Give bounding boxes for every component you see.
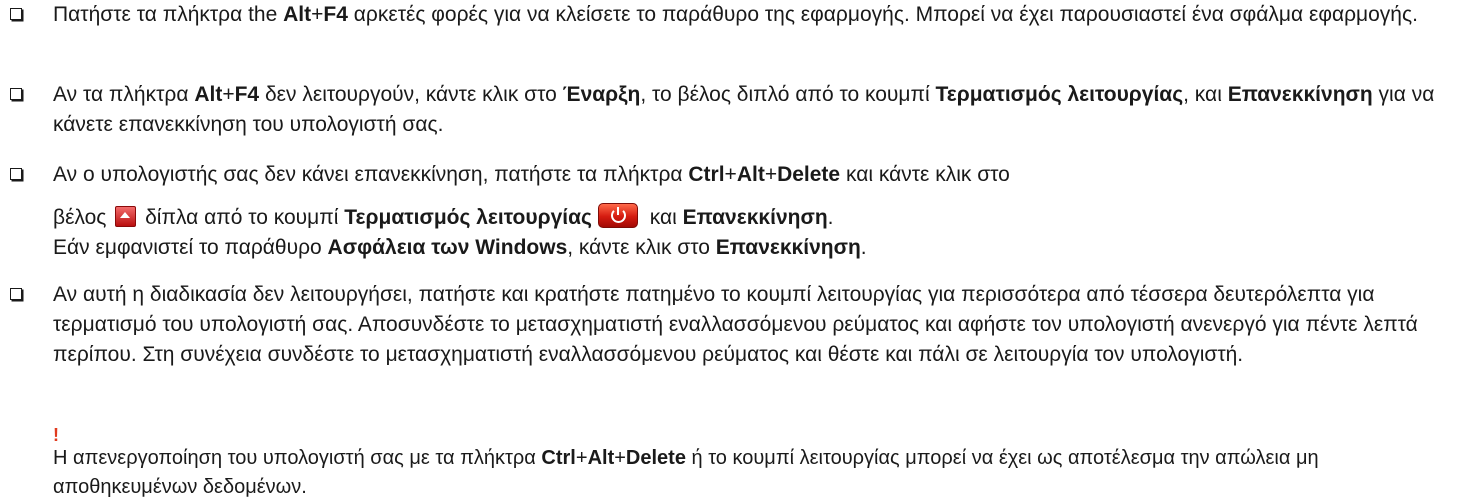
shutdown-label: Τερματισμός λειτουργίας: [344, 206, 592, 229]
text-run: Εάν εμφανιστεί το παράθυρο: [53, 236, 328, 259]
text-run: δίπλα από το κουμπί: [139, 206, 345, 229]
text-run: , το βέλος διπλό από το κουμπί: [640, 83, 936, 106]
text-run: , κάντε κλικ στο: [567, 236, 716, 259]
text-run: Πατήστε τα πλήκτρα the: [53, 3, 284, 26]
text-run: δεν λειτουργούν, κάντε κλικ στο: [259, 83, 563, 106]
checkbox-icon: [10, 8, 22, 20]
arrow-up-icon: [115, 206, 137, 227]
text-run: βέλος: [53, 206, 113, 229]
key-alt: Alt: [194, 83, 223, 106]
shutdown-button-icon: [597, 203, 638, 228]
text-run: Αν τα πλήκτρα: [53, 83, 195, 106]
checkbox-icon: [10, 288, 22, 300]
key-ctrl: Ctrl: [541, 447, 576, 469]
list-item-restart: Αν τα πλήκτρα Alt+F4 δεν λειτουργούν, κά…: [0, 80, 1469, 140]
key-delete: Delete: [625, 447, 686, 469]
key-delete: Delete: [777, 163, 841, 186]
windows-security-label: Ασφάλεια των Windows: [327, 236, 568, 259]
start-label: Έναρξη: [562, 83, 641, 106]
shutdown-label: Τερματισμός λειτουργίας: [935, 83, 1184, 106]
text-run: +: [764, 163, 778, 186]
text-run: και κάντε κλικ στο: [840, 163, 1010, 186]
text-run: , και: [1183, 83, 1228, 106]
checkbox-icon: [10, 168, 22, 180]
checkbox-icon: [10, 88, 22, 100]
text-run: .: [827, 206, 834, 229]
text-run: αρκετές φορές για να κλείσετε το παράθυρ…: [347, 3, 1418, 26]
text-run: Η απενεργοποίηση του υπολογιστή σας με τ…: [53, 447, 542, 469]
text-run: +: [614, 447, 626, 469]
text-run: +: [575, 447, 588, 469]
item-line-2: βέλος δίπλα από το κουμπί Τερματισμός λε…: [53, 203, 1459, 233]
key-alt: Alt: [283, 3, 312, 26]
item-text: Αν τα πλήκτρα Alt+F4 δεν λειτουργούν, κά…: [53, 83, 1434, 136]
restart-label: Επανεκκίνηση: [715, 236, 861, 259]
restart-label: Επανεκκίνηση: [682, 206, 828, 229]
key-f4: F4: [323, 3, 348, 26]
item-line-1: Αν ο υπολογιστής σας δεν κάνει επανεκκίν…: [53, 160, 1459, 190]
list-item-alt-f4: Πατήστε τα πλήκτρα the Alt+F4 αρκετές φο…: [0, 0, 1469, 30]
restart-label: Επανεκκίνηση: [1227, 83, 1373, 106]
text-run: +: [311, 3, 324, 26]
key-alt: Alt: [736, 163, 765, 186]
text-run: .: [860, 236, 867, 259]
warning-note: ! Η απενεργοποίηση του υπολογιστή σας με…: [53, 426, 1453, 502]
list-item-power-button: Αν αυτή η διαδικασία δεν λειτουργήσει, π…: [0, 280, 1469, 370]
text-run: και: [643, 206, 683, 229]
warning-text: Η απενεργοποίηση του υπολογιστή σας με τ…: [53, 447, 1319, 498]
key-f4: F4: [234, 83, 260, 106]
text-run: Αν ο υπολογιστής σας δεν κάνει επανεκκίν…: [53, 163, 689, 186]
warning-icon: !: [53, 425, 59, 445]
text-run: +: [724, 163, 737, 186]
key-ctrl: Ctrl: [688, 163, 725, 186]
item-text: Αν αυτή η διαδικασία δεν λειτουργήσει, π…: [53, 283, 1418, 366]
list-item-ctrl-alt-delete: Αν ο υπολογιστής σας δεν κάνει επανεκκίν…: [0, 160, 1469, 263]
text-run: +: [222, 83, 235, 106]
key-alt: Alt: [587, 447, 615, 469]
item-line-3: Εάν εμφανιστεί το παράθυρο Ασφάλεια των …: [53, 233, 1459, 263]
item-text: Πατήστε τα πλήκτρα the Alt+F4 αρκετές φο…: [53, 3, 1418, 26]
